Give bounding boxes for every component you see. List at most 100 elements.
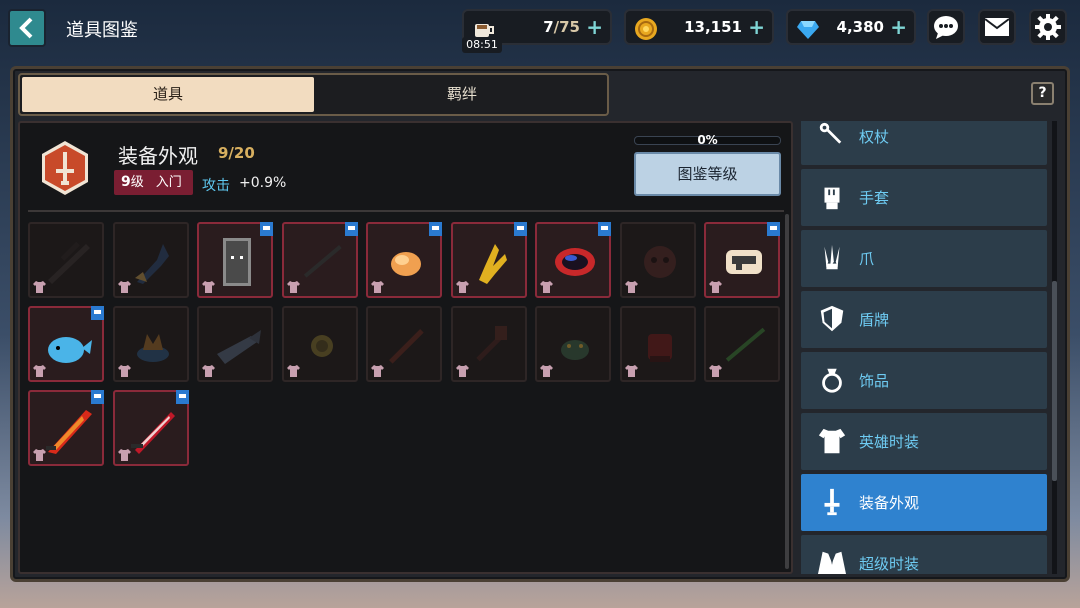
- new-flag-icon: [429, 222, 442, 236]
- sidebar-item[interactable]: 盾牌: [801, 291, 1047, 348]
- chat-button[interactable]: [927, 9, 965, 45]
- item-slot[interactable]: [112, 306, 189, 382]
- item-slot[interactable]: [704, 222, 780, 298]
- shirt-icon: [117, 449, 131, 461]
- shirt-icon: [286, 281, 300, 293]
- shirt-icon: [286, 365, 300, 377]
- shirt-icon: [709, 365, 722, 377]
- shirt-icon: [33, 365, 46, 377]
- black-staff-icon: [303, 245, 342, 278]
- item-slot[interactable]: [619, 222, 696, 298]
- item-slot[interactable]: [619, 306, 696, 382]
- sidebar-item-label: 手套: [859, 189, 890, 207]
- new-flag-icon: [767, 222, 780, 236]
- item-slot[interactable]: [450, 222, 527, 298]
- tab-items[interactable]: 道具: [22, 77, 314, 112]
- shirt-icon: [117, 365, 131, 377]
- shirt-icon: [624, 365, 638, 377]
- gold-counter[interactable]: 13,151 +: [624, 9, 774, 45]
- shirt-icon: [33, 281, 46, 293]
- new-flag-icon: [91, 306, 104, 320]
- shirt-icon: [624, 281, 638, 293]
- item-slot[interactable]: [112, 222, 189, 298]
- item-slot[interactable]: [704, 306, 780, 382]
- green-creature-icon: [561, 340, 589, 360]
- equipment-skin-emblem-icon: [42, 141, 88, 195]
- item-slot[interactable]: [450, 306, 527, 382]
- shirt-icon: [709, 281, 722, 293]
- settings-button[interactable]: [1029, 9, 1067, 45]
- level-rank: 入门: [155, 175, 182, 190]
- gem-counter[interactable]: 4,380 +: [786, 9, 916, 45]
- blue-wolf-weapon-icon: [134, 244, 169, 284]
- category-scrollbar[interactable]: [1052, 121, 1057, 574]
- shirt-icon: [371, 281, 384, 293]
- item-slot[interactable]: [535, 222, 611, 298]
- shield-icon: [820, 305, 844, 332]
- red-hammer-icon: [475, 326, 507, 362]
- shirt-icon: [455, 365, 469, 377]
- fish-icon: [217, 330, 261, 364]
- stat-value: +0.9%: [239, 175, 287, 191]
- glove-icon: [824, 187, 840, 210]
- mail-button[interactable]: [978, 9, 1016, 45]
- stat-name: 攻击: [202, 178, 230, 194]
- bamboo-staff-icon: [725, 327, 766, 362]
- level-unit: 级: [130, 175, 144, 190]
- help-button[interactable]: ?: [1031, 82, 1054, 105]
- sidebar-item[interactable]: 超级时装: [801, 535, 1047, 574]
- item-slot[interactable]: [28, 306, 104, 382]
- codex-level-button[interactable]: 图鉴等级: [634, 152, 781, 196]
- new-flag-icon: [598, 222, 611, 236]
- energy-value: 7: [543, 18, 554, 36]
- fox-bowl-icon: [136, 334, 169, 362]
- item-slot[interactable]: [535, 306, 611, 382]
- sidebar-item-label: 超级时装: [859, 555, 920, 573]
- red-sword-icon: [389, 329, 424, 364]
- level-badge: 9级 入门: [114, 170, 193, 195]
- gold-add-icon[interactable]: +: [748, 15, 765, 39]
- chevron-left-icon: [19, 17, 33, 39]
- ring-icon: [822, 368, 842, 393]
- item-slot[interactable]: [281, 306, 358, 382]
- sidebar-item-label: 盾牌: [859, 311, 890, 329]
- item-slot[interactable]: [112, 390, 189, 466]
- new-flag-icon: [513, 222, 527, 236]
- energy-add-icon[interactable]: +: [586, 15, 603, 39]
- new-flag-icon: [91, 390, 104, 404]
- sidebar-item[interactable]: 装备外观: [801, 474, 1047, 531]
- sidebar-item[interactable]: 英雄时装: [801, 413, 1047, 470]
- sidebar-item[interactable]: 手套: [801, 169, 1047, 226]
- item-slot[interactable]: [366, 306, 442, 382]
- golden-claw-icon: [478, 244, 507, 284]
- category-list: 权杖手套爪盾牌饰品英雄时装装备外观超级时装: [798, 121, 1055, 574]
- divider: [28, 210, 784, 212]
- tab-bonds[interactable]: 羁绊: [316, 77, 608, 112]
- item-slot[interactable]: [28, 222, 104, 298]
- items-scrollbar[interactable]: [785, 214, 789, 569]
- item-slot[interactable]: [197, 306, 273, 382]
- category-title: 装备外观: [118, 144, 198, 168]
- item-slot[interactable]: [366, 222, 442, 298]
- sidebar-item[interactable]: 爪: [801, 230, 1047, 287]
- category-scrollbar-thumb[interactable]: [1052, 281, 1057, 481]
- gold-value: 13,151: [684, 18, 742, 36]
- page-title: 道具图鉴: [66, 20, 138, 41]
- energy-max: /75: [553, 18, 580, 36]
- claw-icon: [824, 244, 840, 270]
- gem-add-icon[interactable]: +: [890, 15, 907, 39]
- back-button[interactable]: [8, 9, 46, 47]
- level-number: 9: [121, 174, 131, 190]
- dark-ring-icon: [555, 248, 595, 276]
- sidebar-item[interactable]: 饰品: [801, 352, 1047, 409]
- red-gauntlet-icon: [647, 334, 672, 362]
- item-slot[interactable]: [197, 222, 273, 298]
- sword-emblem-icon: [824, 488, 840, 516]
- item-slot[interactable]: [281, 222, 358, 298]
- ornate-pistol-icon: [726, 250, 762, 274]
- tab-bar: 道具 羁绊: [18, 73, 609, 116]
- gold-coin-icon: [310, 335, 333, 357]
- item-slot[interactable]: [28, 390, 104, 466]
- sidebar-item-label: 英雄时装: [859, 433, 920, 451]
- sidebar-item[interactable]: 权杖: [801, 121, 1047, 165]
